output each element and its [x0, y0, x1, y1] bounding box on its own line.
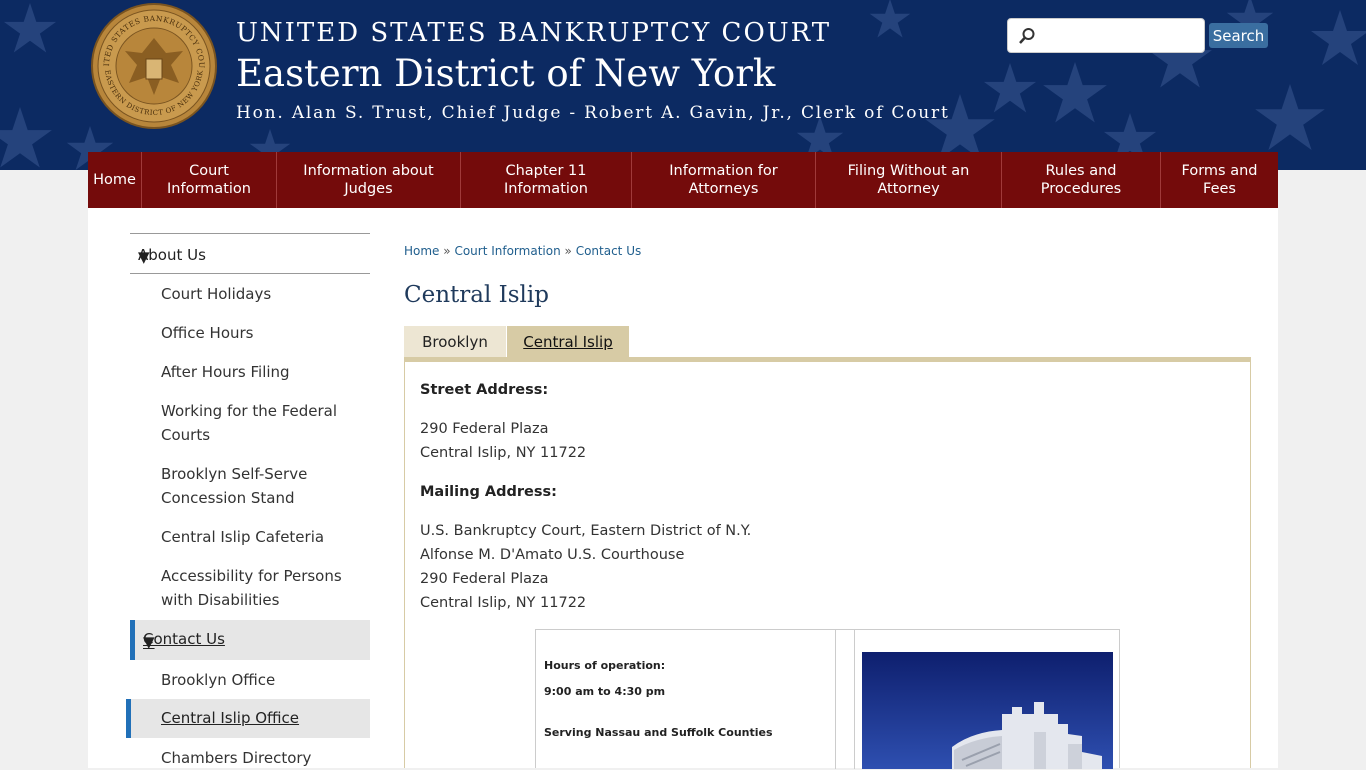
table-divider — [854, 630, 855, 769]
nav-information-about-judges[interactable]: Information about Judges — [277, 152, 461, 208]
sidebar-item-brooklyn-concession[interactable]: Brooklyn Self-Serve Concession Stand — [161, 462, 371, 510]
breadcrumb-separator: » — [443, 244, 451, 258]
mailing-address-line: Central Islip, NY 11722 — [420, 595, 587, 611]
search-button[interactable]: Search — [1209, 23, 1268, 48]
judges-line: Hon. Alan S. Trust, Chief Judge - Robert… — [236, 103, 950, 123]
caret-down-icon[interactable]: ▼ — [138, 248, 367, 266]
nav-chapter-11-information[interactable]: Chapter 11 Information — [461, 152, 632, 208]
mailing-address-line: U.S. Bankruptcy Court, Eastern District … — [420, 523, 752, 539]
sidebar-section-contact-us[interactable]: Contact Us ▼ — [130, 620, 370, 660]
breadcrumb: Home » Court Information » Contact Us — [404, 244, 641, 258]
breadcrumb-home[interactable]: Home — [404, 244, 439, 258]
court-seal-icon[interactable]: UNITED STATES BANKRUPTCY COURT EASTERN D… — [91, 3, 217, 129]
street-address-label: Street Address: — [420, 382, 549, 398]
caret-down-icon[interactable]: ▼ — [143, 633, 367, 651]
nav-court-information[interactable]: Court Information — [142, 152, 277, 208]
nav-filing-without-attorney[interactable]: Filing Without an Attorney — [816, 152, 1002, 208]
hours-table: Hours of operation: 9:00 am to 4:30 pm S… — [535, 629, 1120, 769]
mailing-address-line: Alfonse M. D'Amato U.S. Courthouse — [420, 547, 685, 563]
hours-label: Hours of operation: — [544, 659, 666, 672]
sidebar-item-court-holidays[interactable]: Court Holidays — [161, 282, 371, 306]
nav-home[interactable]: Home — [88, 152, 142, 208]
page-title: Central Islip — [404, 282, 549, 308]
street-address-line: Central Islip, NY 11722 — [420, 445, 587, 461]
nav-rules-and-procedures[interactable]: Rules and Procedures — [1002, 152, 1161, 208]
district-name[interactable]: Eastern District of New York — [236, 52, 775, 95]
table-divider — [835, 630, 836, 769]
mailing-address-line: 290 Federal Plaza — [420, 571, 549, 587]
breadcrumb-court-information[interactable]: Court Information — [454, 244, 560, 258]
main-navigation: Home Court Information Information about… — [88, 152, 1278, 208]
search-box[interactable] — [1007, 18, 1205, 53]
mailing-address-label: Mailing Address: — [420, 484, 557, 500]
serving-counties: Serving Nassau and Suffolk Counties — [544, 726, 773, 739]
street-address-line: 290 Federal Plaza — [420, 421, 549, 437]
sidebar-item-central-islip-office[interactable]: Central Islip Office — [126, 699, 370, 738]
breadcrumb-contact-us[interactable]: Contact Us — [576, 244, 642, 258]
sidebar-item-accessibility[interactable]: Accessibility for Persons with Disabilit… — [161, 564, 371, 612]
sidebar-item-chambers-directory[interactable]: Chambers Directory — [161, 746, 371, 770]
search-input[interactable] — [1044, 23, 1199, 49]
breadcrumb-separator: » — [564, 244, 572, 258]
sidebar-item-after-hours-filing[interactable]: After Hours Filing — [161, 360, 371, 384]
sidebar-item-office-hours[interactable]: Office Hours — [161, 321, 371, 345]
sidebar-item-working-federal-courts[interactable]: Working for the Federal Courts — [161, 399, 371, 447]
sidebar-item-brooklyn-office[interactable]: Brooklyn Office — [161, 668, 371, 692]
tab-central-islip[interactable]: Central Islip — [507, 326, 629, 358]
tab-brooklyn[interactable]: Brooklyn — [404, 326, 506, 358]
sidebar-item-central-islip-cafeteria[interactable]: Central Islip Cafeteria — [161, 525, 371, 549]
search-icon — [1019, 28, 1035, 44]
site-banner: UNITED STATES BANKRUPTCY COURT EASTERN D… — [0, 0, 1366, 170]
hours-value: 9:00 am to 4:30 pm — [544, 685, 666, 698]
courthouse-photo — [862, 652, 1113, 769]
nav-forms-and-fees[interactable]: Forms and Fees — [1161, 152, 1278, 208]
sidebar-cislip-label: Central Islip Office — [161, 709, 300, 727]
court-name[interactable]: UNITED STATES BANKRUPTCY COURT — [236, 18, 831, 48]
nav-information-for-attorneys[interactable]: Information for Attorneys — [632, 152, 816, 208]
sidebar-section-about-us[interactable]: About Us ▼ — [130, 233, 370, 274]
